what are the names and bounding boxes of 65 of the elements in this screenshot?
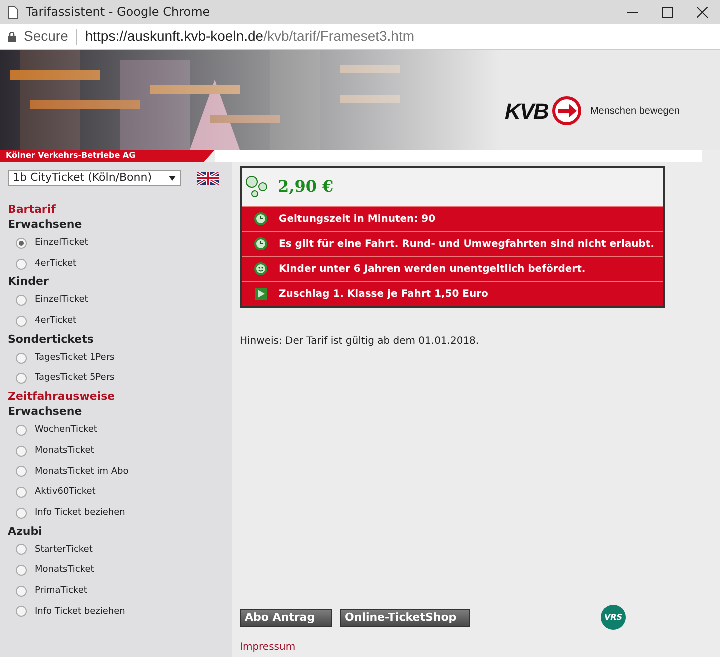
option-label[interactable]: Info Ticket beziehen	[35, 602, 126, 622]
radio-button[interactable]	[16, 565, 27, 576]
coins-icon	[246, 175, 270, 199]
radio-button[interactable]	[16, 258, 27, 270]
url-text[interactable]: https://auskunft.kvb-koeln.de/kvb/tarif/Frameset3.htm	[85, 26, 415, 47]
option-label[interactable]: TagesTicket 1Pers	[35, 348, 115, 368]
group-heading: Erwachsene	[8, 404, 84, 420]
option-label[interactable]: Info Ticket beziehen	[35, 502, 126, 524]
radio-button[interactable]	[16, 424, 27, 436]
group-heading: Azubi	[8, 524, 44, 540]
radio-button[interactable]	[16, 373, 27, 384]
smiley-icon	[254, 262, 268, 276]
option-label[interactable]: StarterTicket	[35, 540, 93, 560]
radio-button[interactable]	[16, 487, 27, 498]
radio-button[interactable]	[16, 316, 27, 327]
clock-icon	[254, 212, 268, 226]
radio-button[interactable]	[16, 508, 27, 519]
ticket-select[interactable]: 1b CityTicket (Köln/Bonn)	[8, 170, 181, 186]
uk-flag-icon[interactable]	[197, 172, 219, 184]
option-label[interactable]: PrimaTicket	[35, 580, 88, 602]
impressum-link[interactable]: Impressum	[240, 642, 296, 653]
group-heading: Kinder	[8, 274, 50, 290]
option-label[interactable]: Aktiv60Ticket	[35, 482, 96, 503]
clock-icon	[254, 237, 268, 251]
caret-icon	[169, 176, 176, 180]
radio-button[interactable]	[16, 352, 27, 364]
radio-button[interactable]	[16, 295, 27, 306]
radio-button[interactable]	[16, 466, 27, 478]
security-label: Secure	[24, 27, 68, 46]
option-label[interactable]: TagesTicket 5Pers	[35, 368, 115, 390]
info-text: Zuschlag 1. Klasse je Fahrt 1,50 Euro	[279, 288, 488, 302]
lock-icon	[8, 32, 16, 42]
group-heading: Sondertickets	[8, 332, 95, 348]
option-label[interactable]: WochenTicket	[35, 420, 98, 441]
page-icon	[8, 6, 18, 18]
vrs-logo: VRS	[601, 605, 626, 630]
radio-button[interactable]	[16, 446, 27, 457]
application-button[interactable]: Abo Antrag	[240, 608, 332, 626]
window-title: Tarifassistent - Google Chrome	[26, 4, 210, 21]
option-label[interactable]: 4erTicket	[35, 311, 77, 332]
section-heading: Bartarif	[8, 202, 57, 217]
info-text: Kinder unter 6 Jahren werden unentgeltlich befördert.	[279, 262, 586, 276]
notice-text: Hinweis: Der Tarif ist gültig ab dem 01.01.2018.	[240, 335, 480, 349]
group-heading: Erwachsene	[8, 217, 84, 233]
maximize-icon[interactable]	[662, 6, 673, 18]
shop-button[interactable]: Online-TicketShop	[340, 608, 470, 626]
section-heading: Zeitfahrausweise	[8, 389, 116, 404]
price: 2,90 €	[278, 176, 334, 198]
option-label[interactable]: EinzelTicket	[35, 233, 88, 254]
radio-button[interactable]	[16, 544, 27, 556]
kvb-logo: KVB	[505, 94, 582, 128]
radio-selected[interactable]	[16, 238, 27, 249]
option-label[interactable]: EinzelTicket	[35, 290, 88, 312]
info-text: Geltungszeit in Minuten: 90	[279, 212, 436, 226]
option-label[interactable]: 4erTicket	[35, 254, 77, 274]
option-label[interactable]: MonatsTicket im Abo	[35, 462, 129, 482]
play-icon	[254, 288, 266, 300]
company-name: Kölner Verkehrs-Betriebe AG	[0, 150, 215, 162]
radio-button[interactable]	[16, 606, 27, 618]
close-icon[interactable]	[697, 6, 708, 18]
radio-button[interactable]	[16, 586, 27, 597]
slogan: Menschen bewegen	[590, 104, 680, 118]
option-label[interactable]: MonatsTicket	[35, 440, 94, 462]
info-text: Es gilt für eine Fahrt. Rund- und Umwegfahrten sind nicht erlaubt.	[279, 238, 654, 252]
option-label[interactable]: MonatsTicket	[35, 560, 94, 581]
